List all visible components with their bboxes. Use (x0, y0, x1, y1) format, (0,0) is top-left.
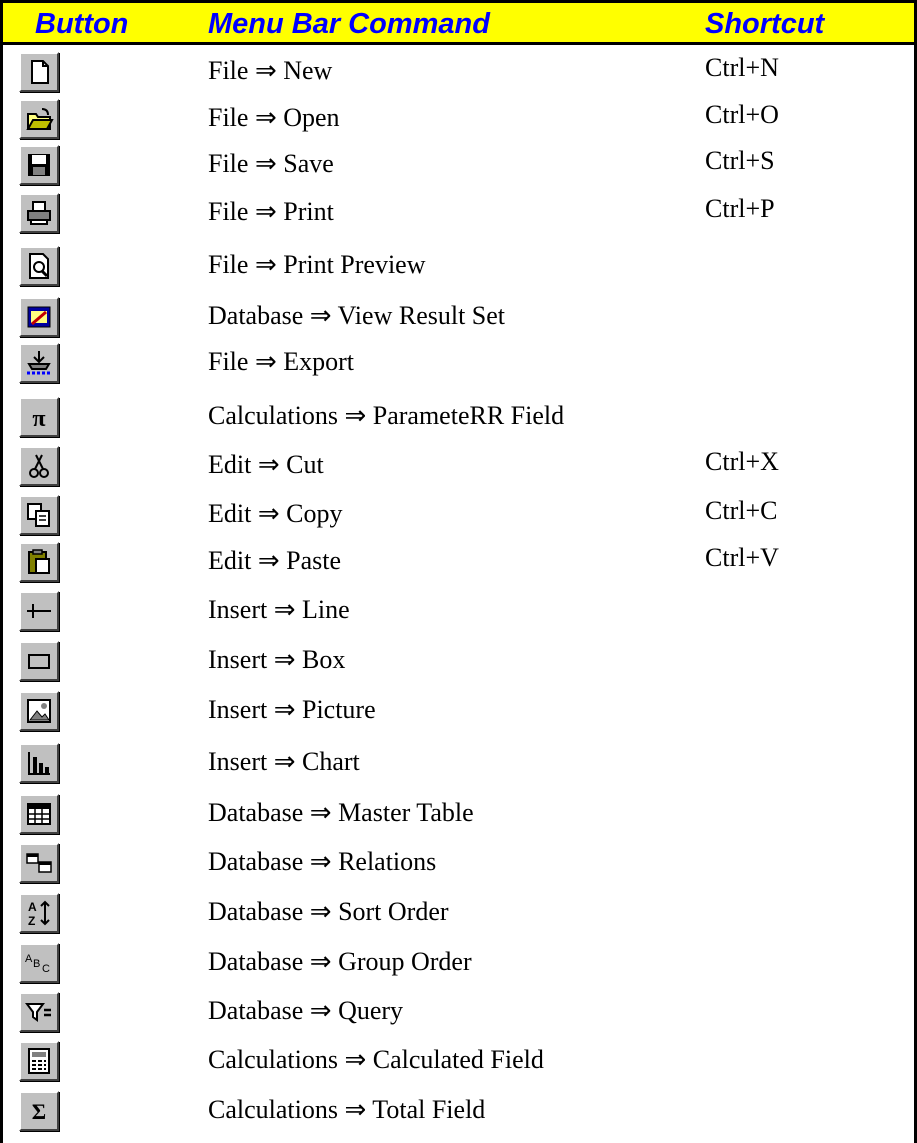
menu-command-text: File ⇒ Export (208, 347, 354, 376)
toolbar-button[interactable] (19, 641, 59, 681)
table-row: File ⇒ Save Ctrl+S (0, 140, 917, 191)
toolbar-button[interactable]: Σ (19, 1091, 59, 1131)
svg-text:Z: Z (28, 914, 35, 928)
menu-command-text: Insert ⇒ Chart (208, 747, 360, 776)
shortcut-text: Ctrl+N (705, 53, 779, 82)
header-button: Button (35, 8, 129, 40)
menu-command-text: Edit ⇒ Paste (208, 546, 341, 575)
toolbar-button[interactable] (19, 193, 59, 233)
table-row: π Calculations ⇒ ParameteRR Field (0, 392, 917, 443)
shortcut-text: Ctrl+X (705, 447, 779, 476)
svg-text:Σ: Σ (32, 1099, 46, 1124)
menu-command-text: Insert ⇒ Box (208, 645, 346, 674)
svg-text:A: A (25, 953, 33, 965)
toolbar-button[interactable] (19, 1041, 59, 1081)
toolbar-button[interactable]: π (19, 397, 59, 437)
toolbar-button[interactable] (19, 246, 59, 286)
table-row: File ⇒ Print Preview (0, 241, 917, 292)
toolbar-button[interactable] (19, 52, 59, 92)
toolbar-button[interactable]: AZ (19, 893, 59, 933)
toolbar-button[interactable] (19, 794, 59, 834)
menu-command-text: Database ⇒ Relations (208, 847, 437, 876)
toolbar-button[interactable] (19, 992, 59, 1032)
menu-command-text: Database ⇒ Group Order (208, 947, 472, 976)
menu-command-text: Edit ⇒ Cut (208, 450, 324, 479)
menu-command-text: File ⇒ Print (208, 197, 334, 226)
toolbar-button[interactable]: ABC (19, 943, 59, 983)
table-row: File ⇒ Print Ctrl+P (0, 188, 917, 239)
table-row: Database ⇒ Query (0, 987, 917, 1038)
menu-command-text: Database ⇒ Query (208, 996, 404, 1025)
toolbar-button[interactable] (19, 297, 59, 337)
menu-command-text: File ⇒ New (208, 56, 333, 85)
toolbar-button[interactable] (19, 542, 59, 582)
menu-command-text: File ⇒ Save (208, 149, 334, 178)
toolbar-button[interactable] (19, 446, 59, 486)
menu-command-text: Calculations ⇒ Calculated Field (208, 1045, 544, 1074)
svg-text:C: C (42, 963, 50, 975)
svg-text:π: π (32, 406, 45, 432)
menu-command-text: Calculations ⇒ ParameteRR Field (208, 401, 565, 430)
table-row: Edit ⇒ Paste Ctrl+V (0, 537, 917, 588)
table-row: Insert ⇒ Box (0, 636, 917, 687)
toolbar-button[interactable] (19, 591, 59, 631)
table-row: Database ⇒ Relations (0, 838, 917, 889)
table-row: Calculations ⇒ Calculated Field (0, 1036, 917, 1087)
table-row: Edit ⇒ Cut Ctrl+X (0, 441, 917, 492)
menu-command-text: Database ⇒ Sort Order (208, 897, 449, 926)
menu-command-text: Database ⇒ View Result Set (208, 301, 506, 330)
shortcut-text: Ctrl+O (705, 100, 779, 129)
command-reference-table: Button Menu Bar Command Shortcut File ⇒ … (0, 0, 917, 1143)
table-row: File ⇒ Export (0, 338, 917, 389)
table-row: A B C Database ⇒ Group Order (0, 938, 917, 989)
table-row: File ⇒ New Ctrl+N (0, 47, 917, 98)
svg-text:B: B (33, 958, 40, 970)
menu-command-text: Calculations ⇒ Total Field (208, 1095, 486, 1124)
table-row: Insert ⇒ Picture (0, 686, 917, 737)
table-row: Edit ⇒ Copy Ctrl+C (0, 490, 917, 541)
toolbar-button[interactable] (19, 145, 59, 185)
toolbar-button[interactable] (19, 843, 59, 883)
toolbar-button[interactable] (19, 343, 59, 383)
header-shortcut: Shortcut (705, 8, 825, 40)
shortcut-text: Ctrl+S (705, 146, 775, 175)
table-header-row: Button Menu Bar Command Shortcut (0, 0, 917, 45)
menu-command-text: File ⇒ Open (208, 103, 340, 132)
table-row: Insert ⇒ Chart (0, 738, 917, 789)
shortcut-text: Ctrl+C (705, 496, 778, 525)
table-row: A Z Database ⇒ Sort Order (0, 888, 917, 939)
menu-command-text: Edit ⇒ Copy (208, 499, 343, 528)
shortcut-text: Ctrl+V (705, 543, 779, 572)
menu-command-text: Insert ⇒ Line (208, 595, 350, 624)
toolbar-button[interactable] (19, 495, 59, 535)
menu-command-text: Database ⇒ Master Table (208, 798, 474, 827)
table-row: File ⇒ Open Ctrl+O (0, 94, 917, 145)
table-row: Insert ⇒ Line (0, 586, 917, 637)
header-menu-bar-command: Menu Bar Command (208, 8, 490, 40)
toolbar-button[interactable] (19, 99, 59, 139)
menu-command-text: File ⇒ Print Preview (208, 250, 426, 279)
toolbar-button[interactable] (19, 743, 59, 783)
toolbar-button[interactable] (19, 691, 59, 731)
menu-command-text: Insert ⇒ Picture (208, 695, 376, 724)
svg-text:A: A (28, 900, 37, 914)
table-row: Σ Calculations ⇒ Total Field (0, 1086, 917, 1137)
shortcut-text: Ctrl+P (705, 194, 775, 223)
table-row: Database ⇒ View Result Set (0, 292, 917, 343)
table-row: Database ⇒ Master Table (0, 789, 917, 840)
